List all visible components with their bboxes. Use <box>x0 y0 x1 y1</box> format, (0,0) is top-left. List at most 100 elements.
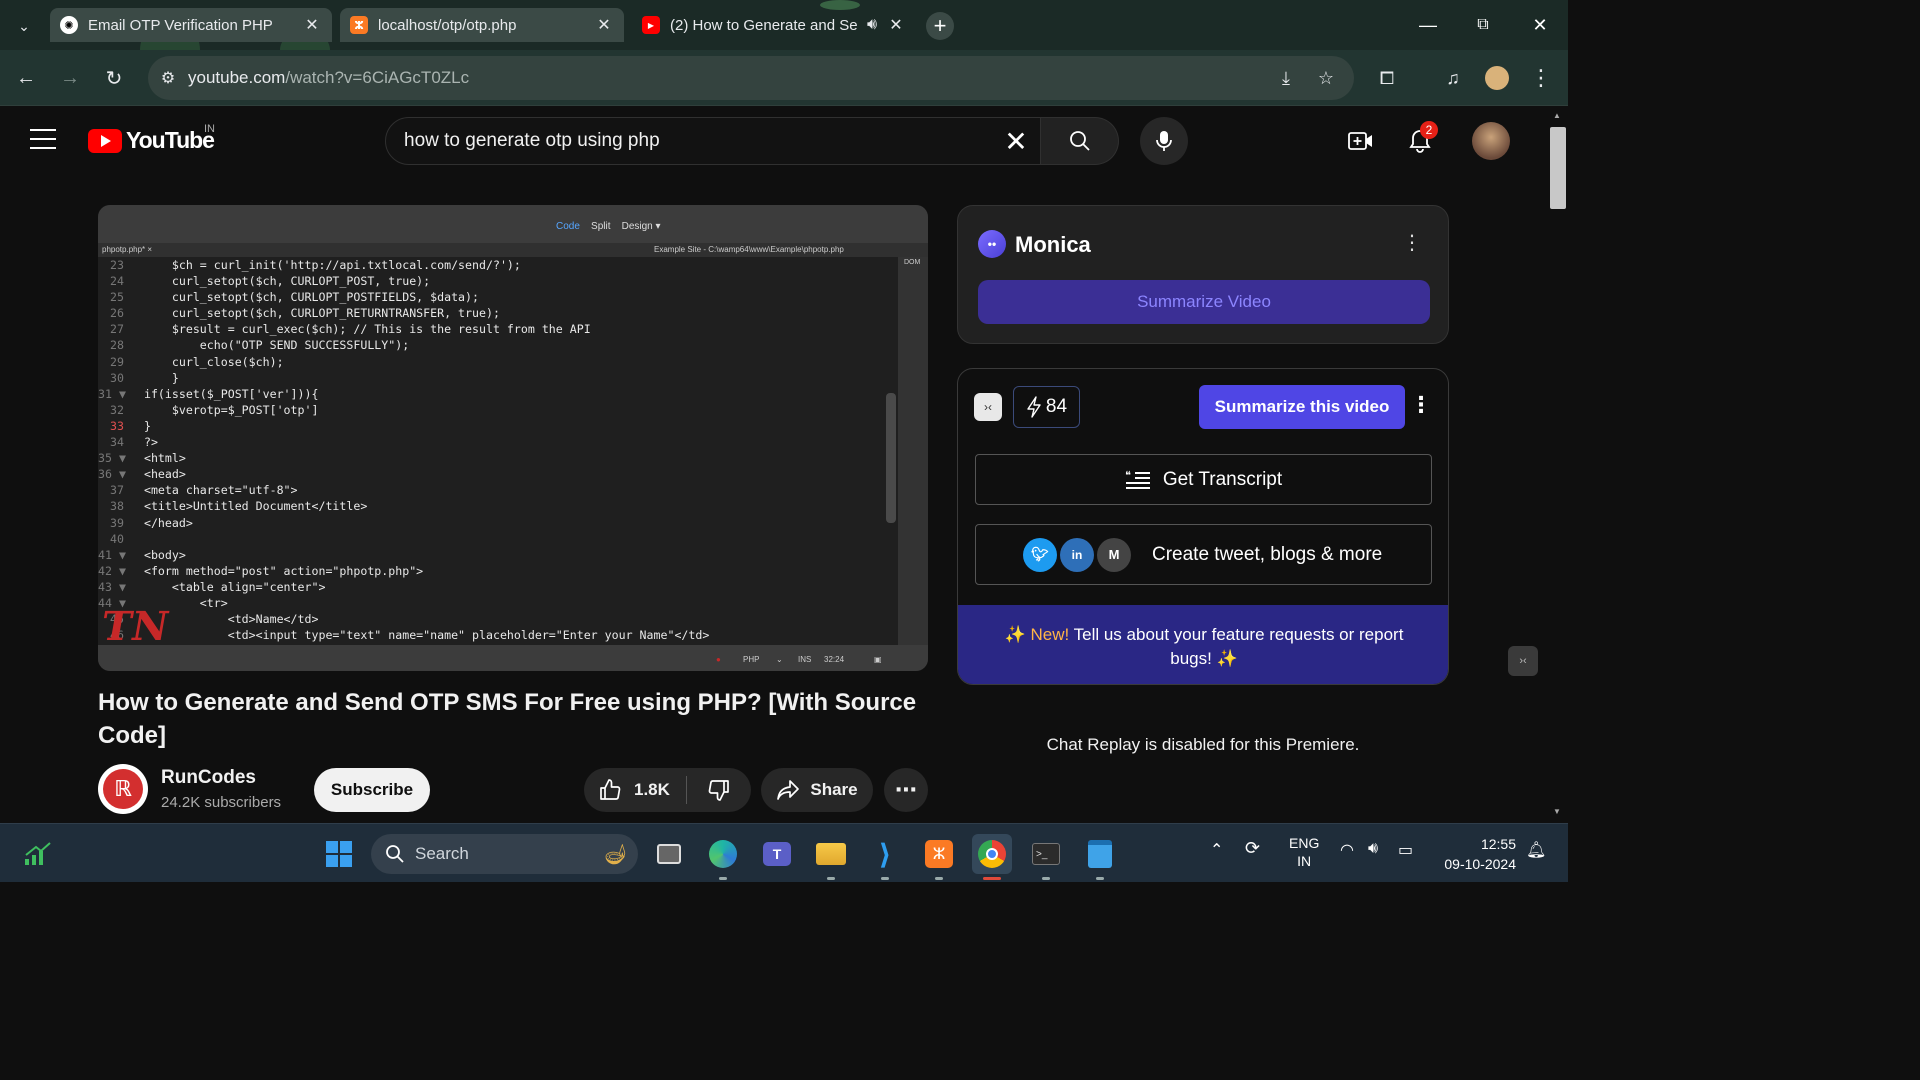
video-title: How to Generate and Send OTP SMS For Fre… <box>98 689 917 749</box>
code-line: 45 <td>Name</td> <box>98 611 898 627</box>
restore-icon[interactable]: ⧉ <box>1468 10 1498 40</box>
sync-icon[interactable]: ⟳ <box>1245 838 1260 859</box>
thumbs-up-icon <box>600 779 621 800</box>
install-app-icon[interactable]: ⤓ <box>1270 62 1302 94</box>
search-button[interactable] <box>1041 117 1119 165</box>
search-input[interactable]: how to generate otp using php ✕ <box>385 117 1041 165</box>
mode-split: Split <box>591 221 611 232</box>
tab-search-chevron-icon[interactable]: ⌄ <box>10 12 38 40</box>
dislike-button[interactable] <box>687 778 751 802</box>
new-badge: New! <box>1030 625 1070 644</box>
menu-icon[interactable] <box>30 129 56 149</box>
site-info-icon[interactable]: ⚙︎ <box>148 68 188 88</box>
youtube-logo[interactable]: YouTube <box>88 127 215 154</box>
notifications-icon[interactable]: 2 <box>1404 121 1438 157</box>
editor-toolbar: Code Split Design ▾ <box>98 205 928 243</box>
notification-center-icon[interactable]: 🔔︎ <box>1526 840 1546 860</box>
like-button[interactable]: 1.8K <box>584 776 687 804</box>
language-indicator[interactable]: ENG IN <box>1289 834 1319 870</box>
close-tab-icon[interactable]: ✕ <box>302 15 322 35</box>
show-hidden-icons-chevron[interactable]: ⌃ <box>1210 840 1223 860</box>
taskbar-search[interactable]: Search 🪔︎ <box>371 834 638 874</box>
tab-email-otp[interactable]: ✺ Email OTP Verification PHP ✕ <box>50 8 332 42</box>
line-number: 35 ▼ <box>98 451 126 466</box>
scroll-down-arrow-icon[interactable]: ▼ <box>1553 807 1561 816</box>
windows-start-icon[interactable] <box>319 834 359 874</box>
new-tab-button[interactable]: + <box>926 12 954 40</box>
video-player[interactable]: Code Split Design ▾ phpotp.php* × Exampl… <box>98 205 928 671</box>
close-tab-icon[interactable]: ✕ <box>886 15 906 35</box>
subscribe-button[interactable]: Subscribe <box>314 768 430 812</box>
line-number: 38 <box>110 499 124 514</box>
scroll-up-arrow-icon[interactable]: ▲ <box>1553 111 1561 120</box>
error-dot-icon: ● <box>716 655 721 664</box>
line-number: 30 <box>110 370 124 385</box>
extensions-icon[interactable]: ⧠ <box>1371 62 1403 94</box>
battery-icon[interactable]: ▭ <box>1398 840 1413 860</box>
xampp-taskbar-icon[interactable]: ⵣ <box>919 834 959 880</box>
line-number: 42 ▼ <box>98 563 126 578</box>
diya-highlight-icon: 🪔︎ <box>602 843 628 866</box>
media-control-icon[interactable]: ♫ <box>1437 62 1469 94</box>
line-number: 37 <box>110 483 124 498</box>
task-view-icon[interactable] <box>649 834 689 874</box>
chrome-menu-icon[interactable]: ⋮ <box>1525 62 1557 94</box>
editor-file-tabs: phpotp.php* × Example Site - C:\wamp64\w… <box>98 243 928 257</box>
voice-search-button[interactable] <box>1140 117 1188 165</box>
clear-search-icon[interactable]: ✕ <box>992 125 1040 158</box>
bookmark-star-icon[interactable]: ☆ <box>1310 62 1342 94</box>
file-explorer-icon[interactable] <box>811 834 851 880</box>
volume-icon[interactable]: 🔊︎ <box>1368 840 1378 858</box>
back-icon[interactable]: ← <box>10 62 42 94</box>
reload-icon[interactable]: ↻ <box>98 62 130 94</box>
chrome-taskbar-icon[interactable] <box>972 834 1012 880</box>
search-query[interactable]: how to generate otp using php <box>404 130 992 152</box>
page-scrollbar[interactable]: ▲ ▼ <box>1548 107 1568 823</box>
code-line: 46 <td><input type="text" name="name" pl… <box>98 627 898 643</box>
address-bar[interactable]: ⚙︎ youtube.com/watch?v=6CiAGcT0ZLc <box>148 56 1354 100</box>
tab-youtube-video[interactable]: ▶ (2) How to Generate and Se 🔊︎ ✕ <box>632 8 916 42</box>
monica-floating-icon[interactable]: ›‹ <box>1508 646 1538 676</box>
monica-menu-icon[interactable]: ⋮ <box>1402 232 1422 256</box>
share-button[interactable]: Share <box>761 768 873 812</box>
scrollbar-thumb[interactable] <box>1550 127 1566 209</box>
forward-icon[interactable]: → <box>54 62 86 94</box>
system-clock[interactable]: 12:55 09-10-2024 <box>1438 834 1516 874</box>
summarize-this-video-button[interactable]: Summarize this video <box>1199 385 1405 429</box>
vscode-icon[interactable]: ⟩ <box>865 834 905 880</box>
summarize-video-button[interactable]: Summarize Video <box>978 280 1430 324</box>
teams-icon[interactable]: T <box>757 834 797 874</box>
monica-app-icon[interactable]: ›‹ <box>974 393 1002 421</box>
code-text: <title>Untitled Document</title> <box>130 499 368 514</box>
create-content-label: Create tweet, blogs & more <box>1152 543 1383 565</box>
channel-avatar[interactable]: ℝ <box>98 764 148 814</box>
transcript-icon: ❝ <box>1125 469 1150 489</box>
code-line: 23 $ch = curl_init('http://api.txtlocal.… <box>98 257 898 273</box>
create-video-icon[interactable] <box>1345 125 1377 157</box>
account-avatar[interactable] <box>1472 122 1510 160</box>
close-tab-icon[interactable]: ✕ <box>594 15 614 35</box>
close-window-icon[interactable]: ✕ <box>1525 10 1555 40</box>
credits-count: 84 <box>1045 396 1068 417</box>
profile-avatar-icon[interactable] <box>1481 62 1513 94</box>
audio-playing-icon[interactable]: 🔊︎ <box>858 16 886 34</box>
lang-code: ENG <box>1289 835 1320 851</box>
tab-localhost-otp[interactable]: ⵣ localhost/otp/otp.php ✕ <box>340 8 624 42</box>
more-options-icon[interactable]: ⋮ <box>1410 391 1432 421</box>
code-line: 24 curl_setopt($ch, CURLOPT_POST, true); <box>98 273 898 289</box>
create-content-button[interactable]: 🐦︎ in M Create tweet, blogs & more <box>975 524 1432 585</box>
code-text: </head> <box>130 515 193 530</box>
feedback-banner[interactable]: ✨ New! Tell us about your feature reques… <box>958 605 1448 684</box>
edge-icon[interactable] <box>703 834 743 880</box>
youtube-header: YouTube IN how to generate otp using php… <box>0 107 1548 175</box>
minimize-icon[interactable]: — <box>1413 10 1443 40</box>
stock-widget-icon[interactable] <box>18 834 58 874</box>
monica-actions-panel: ›‹ 84 Summarize this video ⋮ ❝ Get Trans… <box>957 368 1449 685</box>
wifi-icon[interactable]: ◠ <box>1340 840 1354 860</box>
channel-name[interactable]: RunCodes <box>161 767 256 789</box>
more-actions-button[interactable]: ⋯ <box>884 768 928 812</box>
notepad-icon[interactable] <box>1080 834 1120 880</box>
terminal-icon[interactable]: >_ <box>1026 834 1066 880</box>
get-transcript-button[interactable]: ❝ Get Transcript <box>975 454 1432 505</box>
credits-counter[interactable]: 84 <box>1013 386 1080 428</box>
